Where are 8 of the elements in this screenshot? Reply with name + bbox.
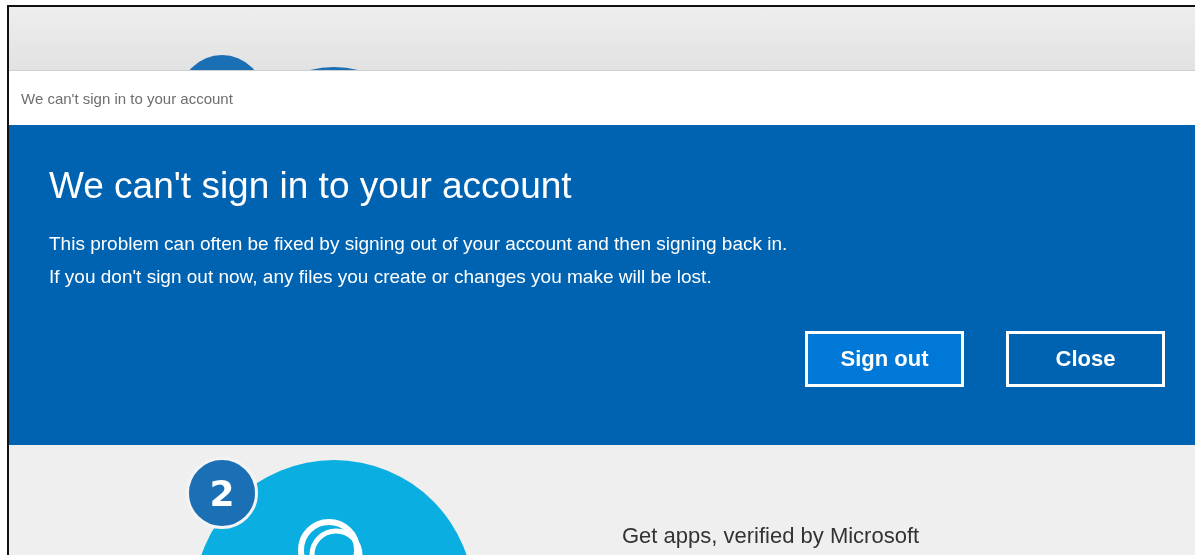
dialog-button[interactable]: Close bbox=[1006, 331, 1165, 387]
message-text: This problem can often be fixed by signing out of your account and then signing back in. bbox=[49, 232, 789, 256]
window-title: We can't sign in to your account bbox=[21, 89, 233, 107]
message-text: If you don't sign out now, any files you create or changes you make will be lost. bbox=[49, 265, 713, 289]
dialog-heading: We can't sign in to your account bbox=[49, 165, 573, 207]
step-badge: 2 bbox=[186, 457, 258, 529]
default-button[interactable]: Sign out bbox=[805, 331, 964, 387]
caption-text: Get apps, verified by Microsoft bbox=[622, 523, 920, 549]
